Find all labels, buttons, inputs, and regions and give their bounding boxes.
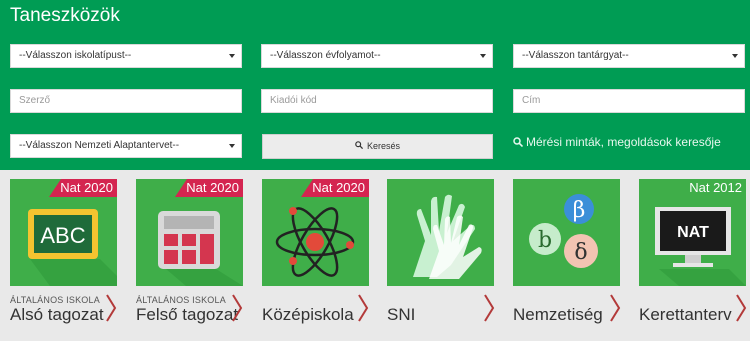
author-input[interactable]: Szerző [10,89,242,113]
category-tile-kozepiskola[interactable]: Nat 2020 [262,179,369,286]
search-panel: Taneszközök --Válasszon iskolatípust-- -… [0,0,750,170]
category-tile-also-tagozat[interactable]: ABC Nat 2020 [10,179,117,286]
category-label[interactable]: Alsó tagozat [10,305,104,325]
publisher-code-input[interactable]: Kiadói kód [261,89,493,113]
subject-select[interactable]: --Válasszon tantárgyat-- [513,44,745,68]
category-label[interactable]: Nemzetiség [513,305,603,325]
search-icon [355,135,364,158]
delta-text: δ [574,240,587,265]
nat-badge: Nat 2020 [301,179,369,197]
category-tile-kerettanterv[interactable]: NAT Nat 2012 [639,179,746,286]
title-input[interactable]: Cím [513,89,745,113]
category-tile-nemzetiseg[interactable]: β b δ [513,179,620,286]
chevron-right-icon[interactable] [608,291,622,325]
nat-select[interactable]: --Válasszon Nemzeti Alaptantervet-- [10,134,242,158]
results-search-link-label: Mérési minták, megoldások keresője [526,135,721,149]
category-small-label: ÁLTALÁNOS ISKOLA [136,295,226,305]
chevron-right-icon[interactable] [482,291,496,325]
abc-text: ABC [40,223,85,248]
chevron-right-icon[interactable] [734,291,748,325]
category-tile-sni[interactable] [387,179,494,286]
greek-letters-icon: β b δ [529,194,598,268]
hands-icon [413,194,482,279]
nat-badge: Nat 2012 [689,180,742,195]
beta-text: β [573,198,586,223]
chevron-right-icon[interactable] [230,291,244,325]
category-label[interactable]: Középiskola [262,305,354,325]
category-label[interactable]: Felső tagozat [136,305,238,325]
search-button-label: Keresés [366,141,401,151]
search-icon [513,136,524,150]
category-tile-felso-tagozat[interactable]: Nat 2020 [136,179,243,286]
b-text: b [538,228,552,253]
school-type-select[interactable]: --Válasszon iskolatípust-- [10,44,242,68]
chevron-right-icon[interactable] [104,291,118,325]
nat-screen-text: NAT [677,224,709,241]
chevron-right-icon[interactable] [356,291,370,325]
results-search-link[interactable]: Mérési minták, megoldások keresője [513,135,721,150]
category-label[interactable]: Kerettanterv [639,305,732,325]
category-label[interactable]: SNI [387,305,415,325]
grade-select[interactable]: --Válasszon évfolyamot-- [261,44,493,68]
page-title: Taneszközök [10,5,120,26]
search-button[interactable]: Keresés [262,134,493,159]
category-small-label: ÁLTALÁNOS ISKOLA [10,295,100,305]
